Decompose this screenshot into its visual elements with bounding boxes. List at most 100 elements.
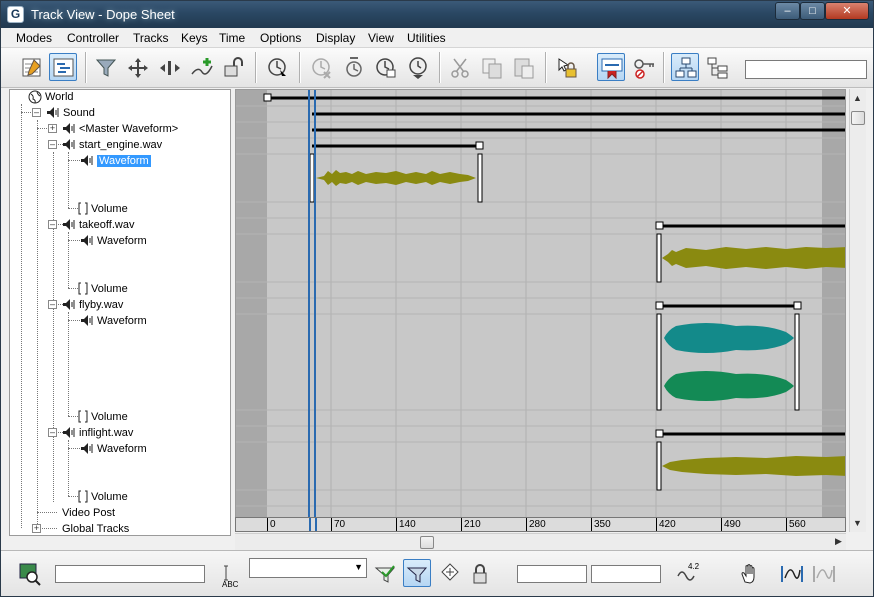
tree-item-inflight[interactable]: inflight.wav: [62, 426, 133, 441]
track-name-field[interactable]: [745, 60, 867, 79]
menu-options[interactable]: Options: [260, 31, 301, 45]
selection-set-combo[interactable]: ▼: [249, 558, 367, 578]
expander-global-tracks[interactable]: +: [32, 524, 41, 533]
ruler-label: 420: [659, 519, 676, 530]
tree-item-start-engine-volume[interactable]: Volume: [78, 202, 128, 217]
status-bar: ABC ▼ 4.2: [1, 550, 873, 596]
tree-item-world[interactable]: World: [28, 90, 74, 105]
scroll-up-icon[interactable]: ▲: [853, 93, 862, 103]
speaker-icon: [81, 315, 93, 326]
slide-keys-icon[interactable]: [155, 53, 183, 81]
zoom-selected-icon[interactable]: [15, 559, 43, 587]
tree-item-takeoff-volume[interactable]: Volume: [78, 282, 128, 297]
maximize-button[interactable]: □: [800, 2, 825, 20]
reduce-keys-icon[interactable]: [403, 53, 431, 81]
zoom-horizontal-extents-icon[interactable]: [777, 559, 805, 587]
tree-item-flyby-waveform[interactable]: Waveform: [80, 314, 147, 329]
ruler-label: 140: [399, 519, 416, 530]
vertical-scroll-thumb[interactable]: [851, 111, 865, 125]
dope-sheet-area[interactable]: [235, 89, 846, 519]
filter-animated-tracks-icon[interactable]: [403, 559, 431, 587]
tree-item-inflight-volume[interactable]: Volume: [78, 490, 128, 505]
window-title: Track View - Dope Sheet: [31, 7, 175, 22]
speaker-icon: [63, 427, 75, 438]
filter-lock-icon[interactable]: [467, 559, 495, 587]
tree-item-start-engine[interactable]: start_engine.wav: [62, 138, 162, 153]
value-curve-icon[interactable]: 4.2: [673, 559, 701, 587]
tree-view-icon[interactable]: [703, 53, 731, 81]
expander-flyby[interactable]: –: [48, 300, 57, 309]
copy-icon[interactable]: [477, 53, 505, 81]
tree-item-flyby-volume[interactable]: Volume: [78, 410, 128, 425]
dope-sheet-canvas[interactable]: [236, 90, 846, 519]
show-selected-keys-icon[interactable]: [597, 53, 625, 81]
zoom-value-extents-icon[interactable]: [809, 559, 837, 587]
add-keys-icon[interactable]: [187, 53, 215, 81]
bracket-icon: [78, 202, 88, 215]
key-lock-icon[interactable]: [629, 53, 657, 81]
expander-start-engine[interactable]: –: [48, 140, 57, 149]
speaker-icon: [81, 443, 93, 454]
menu-keys[interactable]: Keys: [181, 31, 208, 45]
selected-track-field[interactable]: [55, 565, 205, 583]
tree-item-flyby[interactable]: flyby.wav: [62, 298, 123, 313]
tree-item-video-post[interactable]: Video Post: [62, 506, 115, 521]
ruler-label: 490: [724, 519, 741, 530]
menu-controller[interactable]: Controller: [67, 31, 119, 45]
filter-selected-objects-icon[interactable]: [435, 559, 463, 587]
tree-item-takeoff-waveform[interactable]: Waveform: [80, 234, 147, 249]
frame-field-end[interactable]: [591, 565, 661, 583]
edit-keys-icon[interactable]: [17, 53, 45, 81]
scale-time-icon[interactable]: [339, 53, 367, 81]
lock-selection-icon[interactable]: [553, 53, 581, 81]
expander-takeoff[interactable]: –: [48, 220, 57, 229]
tree-item-master-waveform[interactable]: <Master Waveform>: [62, 122, 178, 137]
paste-icon[interactable]: [509, 53, 537, 81]
track-view-window: G Track View - Dope Sheet – □ ✕ Modes Co…: [0, 0, 874, 597]
hierarchy-view-icon[interactable]: [671, 53, 699, 81]
tree-item-inflight-waveform[interactable]: Waveform: [80, 442, 147, 457]
title-bar: G Track View - Dope Sheet – □ ✕: [1, 1, 873, 28]
frame-field-start[interactable]: [517, 565, 587, 583]
tree-item-sound[interactable]: Sound: [46, 106, 95, 121]
horizontal-scrollbar[interactable]: ▶: [235, 533, 846, 550]
select-time-icon[interactable]: [263, 53, 291, 81]
tree-item-global-tracks[interactable]: Global Tracks: [62, 522, 129, 535]
chevron-down-icon: ▼: [354, 562, 363, 572]
menu-display[interactable]: Display: [316, 31, 355, 45]
speaker-icon: [63, 123, 75, 134]
expander-sound[interactable]: –: [32, 108, 41, 117]
speaker-icon: [63, 299, 75, 310]
menu-modes[interactable]: Modes: [16, 31, 52, 45]
filter-icon[interactable]: [91, 53, 119, 81]
text-edit-icon[interactable]: ABC: [217, 559, 245, 589]
cut-icon[interactable]: [445, 53, 473, 81]
menu-utilities[interactable]: Utilities: [407, 31, 446, 45]
toolbar: [1, 48, 873, 88]
scroll-right-icon[interactable]: ▶: [835, 536, 842, 547]
edit-ranges-icon[interactable]: [49, 53, 77, 81]
close-button[interactable]: ✕: [825, 2, 869, 20]
minimize-button[interactable]: –: [775, 2, 800, 20]
speaker-icon: [81, 235, 93, 246]
expander-inflight[interactable]: –: [48, 428, 57, 437]
bracket-icon: [78, 282, 88, 295]
pan-hand-icon[interactable]: [735, 559, 763, 587]
insert-time-icon[interactable]: [371, 53, 399, 81]
tree-item-start-engine-waveform[interactable]: Waveform: [80, 154, 151, 169]
ruler-label: 70: [334, 519, 346, 530]
menu-time[interactable]: Time: [219, 31, 245, 45]
scroll-down-icon[interactable]: ▼: [853, 518, 862, 528]
time-ruler[interactable]: 0 70 140 210 280 350 420 490 560: [235, 517, 846, 532]
vertical-scrollbar[interactable]: ▲ ▼: [849, 89, 866, 532]
expander-master-waveform[interactable]: +: [48, 124, 57, 133]
snap-frames-icon[interactable]: [219, 53, 247, 81]
delete-time-icon[interactable]: [307, 53, 335, 81]
filter-selected-tracks-icon[interactable]: [371, 559, 399, 587]
horizontal-scroll-thumb[interactable]: [420, 536, 434, 549]
menu-view[interactable]: View: [368, 31, 394, 45]
menu-tracks[interactable]: Tracks: [133, 31, 169, 45]
ruler-time-marker[interactable]: [309, 518, 311, 531]
move-keys-icon[interactable]: [123, 53, 151, 81]
tree-item-takeoff[interactable]: takeoff.wav: [62, 218, 134, 233]
